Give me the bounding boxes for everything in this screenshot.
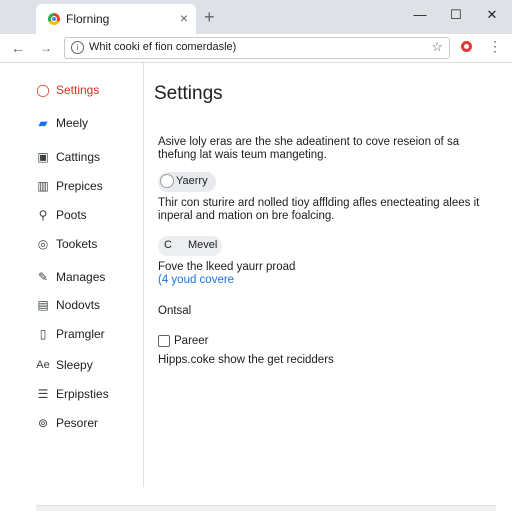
sidebar-item-label: Nodovts — [56, 298, 101, 312]
target-icon: ◎ — [37, 237, 49, 251]
sidebar-item-tookets[interactable]: ◎ Tookets — [36, 235, 140, 255]
browser-toolbar: ← → i Whit cooki ef fion comerdasle) ☆ — [0, 34, 512, 63]
sidebar-item-pramgler[interactable]: ▯ Pramgler — [36, 325, 140, 345]
sidebar-item-pesorer[interactable]: ⊚ Pesorer — [36, 414, 140, 434]
grid-icon: ▥ — [37, 179, 49, 193]
settings-circle-icon: ◯ — [36, 83, 50, 97]
sidebar-item-label: Pesorer — [56, 416, 99, 430]
sidebar-item-label: Erpipsties — [56, 387, 109, 401]
browser-favicon-icon — [48, 13, 60, 25]
sidebar-item-nodovts[interactable]: ▤ Nodovts — [36, 296, 140, 316]
bookmark-star-icon[interactable]: ☆ — [431, 39, 443, 55]
option-checkbox[interactable] — [158, 335, 170, 347]
bottom-edge — [36, 505, 496, 511]
site-info-icon[interactable]: i — [71, 41, 84, 54]
sidebar-item-label: Cattings — [56, 150, 101, 164]
toggle-knob — [160, 174, 174, 188]
key-icon: ⚲ — [38, 208, 48, 222]
sidebar-item-erpipsties[interactable]: ☰ Erpipsties — [36, 385, 140, 405]
description-line: Asive loly eras are the she adeatinent t… — [158, 136, 460, 148]
phone-icon: ▯ — [39, 327, 47, 341]
description-line: inperal and mation on bre foalcing. — [158, 210, 335, 222]
forward-icon[interactable]: → — [36, 38, 56, 58]
maximize-icon[interactable]: ☐ — [446, 6, 466, 24]
footer-text: Hipps.coke show the get recidders — [158, 354, 334, 366]
extension-icon[interactable] — [461, 41, 472, 52]
sidebar-item-prepices[interactable]: ▥ Prepices — [36, 177, 140, 197]
toggle-label: Mevel — [188, 239, 218, 251]
minimize-icon[interactable]: — — [410, 6, 430, 24]
sidebar-item-label: Manages — [56, 270, 106, 284]
sidebar-item-label: Tookets — [56, 237, 98, 251]
new-tab-icon[interactable]: + — [204, 7, 215, 27]
record-icon: ⊚ — [37, 416, 49, 430]
sidebar-item-sleepy[interactable]: Ae Sleepy — [36, 356, 140, 376]
sidebar-item-label: Pramgler — [56, 327, 105, 341]
document-icon: ▣ — [37, 150, 49, 164]
toggle-icon: C — [164, 239, 172, 251]
browser-menu-icon[interactable]: ⋮ — [488, 38, 502, 55]
sidebar-item-label: Poots — [56, 208, 87, 222]
toggle-switch[interactable]: C Mevel — [158, 236, 222, 256]
hand-icon: ✎ — [37, 270, 49, 284]
sidebar-item-settings[interactable]: ◯ Settings — [36, 81, 140, 101]
sidebar-item-label: Settings — [56, 83, 100, 97]
page-title: Settings — [154, 83, 223, 104]
folder-icon: ▤ — [37, 298, 49, 312]
address-bar[interactable]: i Whit cooki ef fion comerdasle) ☆ — [64, 37, 450, 59]
address-text[interactable]: Whit cooki ef fion comerdasle) — [89, 41, 236, 53]
tab-strip: Florning × + — ☐ ✕ — [0, 0, 512, 34]
sidebar-item-cattings[interactable]: ▣ Cattings — [36, 148, 140, 168]
sidebar-item-label: Meely — [56, 116, 89, 130]
description-line: thefung lat wais teum mangeting. — [158, 149, 327, 161]
sidebar-item-meely[interactable]: ▰ Meely — [36, 114, 140, 134]
sidebar-item-poots[interactable]: ⚲ Poots — [36, 206, 140, 226]
setting-link[interactable]: (4 youd covere — [158, 274, 234, 286]
close-window-icon[interactable]: ✕ — [482, 6, 502, 24]
tab-close-icon[interactable]: × — [180, 10, 188, 26]
section-label: Ontsal — [158, 305, 192, 317]
sidebar-item-manages[interactable]: ✎ Manages — [36, 268, 140, 288]
setting-row-text: Fove the lkeed yaurr proad — [158, 261, 296, 273]
tab-title: Florning — [66, 12, 110, 26]
description-line: Thir con sturire ard nolled tioy affldin… — [158, 197, 480, 209]
back-icon[interactable]: ← — [8, 38, 28, 58]
toggle-label: Yaerry — [176, 175, 208, 187]
sidebar-item-label: Prepices — [56, 179, 103, 193]
browser-tab[interactable]: Florning × — [36, 4, 196, 34]
list-icon: ☰ — [37, 387, 49, 401]
checkbox-label: Pareer — [174, 335, 209, 347]
toggle-switch[interactable]: Yaerry — [158, 172, 216, 192]
sidebar-item-label: Sleepy — [56, 358, 93, 372]
text-icon: Ae — [36, 359, 50, 371]
card-icon: ▰ — [38, 116, 48, 130]
settings-sidebar: ◯ Settings ▰ Meely ▣ Cattings ▥ Prepices… — [0, 63, 144, 487]
